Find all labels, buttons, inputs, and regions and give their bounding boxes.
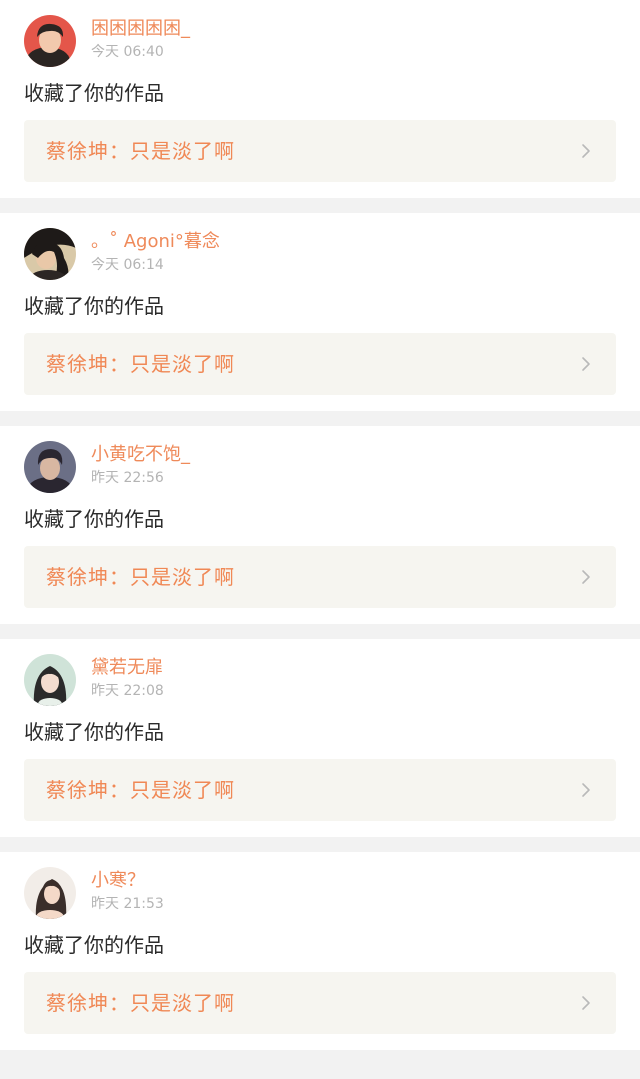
username[interactable]: 黛若无扉 — [91, 657, 163, 679]
timestamp: 今天 06:40 — [91, 44, 164, 60]
work-link[interactable]: 蔡徐坤：只是淡了啊 — [24, 759, 616, 821]
timestamp: 昨天 21:53 — [91, 896, 164, 912]
user-avatar[interactable] — [24, 867, 76, 919]
work-link[interactable]: 蔡徐坤：只是淡了啊 — [24, 120, 616, 182]
notification-card: 黛若无扉 昨天 22:08 收藏了你的作品 蔡徐坤：只是淡了啊 — [0, 639, 640, 837]
action-text: 收藏了你的作品 — [24, 81, 164, 105]
username[interactable]: 困困困困困_ — [91, 18, 190, 40]
user-avatar[interactable] — [24, 15, 76, 67]
timestamp: 今天 06:14 — [91, 257, 164, 273]
user-avatar[interactable] — [24, 228, 76, 280]
avatar-image — [24, 654, 76, 706]
avatar-image — [24, 867, 76, 919]
chevron-right-icon — [580, 143, 592, 159]
work-title: 蔡徐坤：只是淡了啊 — [46, 352, 235, 376]
work-title: 蔡徐坤：只是淡了啊 — [46, 565, 235, 589]
user-avatar[interactable] — [24, 441, 76, 493]
notification-card: 。˚ Agoni°暮念 今天 06:14 收藏了你的作品 蔡徐坤：只是淡了啊 — [0, 213, 640, 411]
chevron-right-icon — [580, 995, 592, 1011]
action-text: 收藏了你的作品 — [24, 720, 164, 744]
action-text: 收藏了你的作品 — [24, 294, 164, 318]
work-title: 蔡徐坤：只是淡了啊 — [46, 778, 235, 802]
work-link[interactable]: 蔡徐坤：只是淡了啊 — [24, 546, 616, 608]
username[interactable]: 。˚ Agoni°暮念 — [91, 231, 220, 253]
username[interactable]: 小黄吃不饱_ — [91, 444, 190, 466]
timestamp: 昨天 22:56 — [91, 470, 164, 486]
chevron-right-icon — [580, 569, 592, 585]
avatar-image — [24, 228, 76, 280]
avatar-image — [24, 441, 76, 493]
action-text: 收藏了你的作品 — [24, 933, 164, 957]
chevron-right-icon — [580, 356, 592, 372]
notification-feed: 困困困困困_ 今天 06:40 收藏了你的作品 蔡徐坤：只是淡了啊 。˚ Ago… — [0, 0, 640, 1050]
timestamp: 昨天 22:08 — [91, 683, 164, 699]
user-avatar[interactable] — [24, 654, 76, 706]
username[interactable]: 小寒？ — [91, 870, 145, 892]
notification-card: 困困困困困_ 今天 06:40 收藏了你的作品 蔡徐坤：只是淡了啊 — [0, 0, 640, 198]
avatar-image — [24, 15, 76, 67]
work-title: 蔡徐坤：只是淡了啊 — [46, 991, 235, 1015]
notification-card: 小黄吃不饱_ 昨天 22:56 收藏了你的作品 蔡徐坤：只是淡了啊 — [0, 426, 640, 624]
notification-card: 小寒？ 昨天 21:53 收藏了你的作品 蔡徐坤：只是淡了啊 — [0, 852, 640, 1050]
action-text: 收藏了你的作品 — [24, 507, 164, 531]
chevron-right-icon — [580, 782, 592, 798]
work-link[interactable]: 蔡徐坤：只是淡了啊 — [24, 972, 616, 1034]
work-link[interactable]: 蔡徐坤：只是淡了啊 — [24, 333, 616, 395]
work-title: 蔡徐坤：只是淡了啊 — [46, 139, 235, 163]
